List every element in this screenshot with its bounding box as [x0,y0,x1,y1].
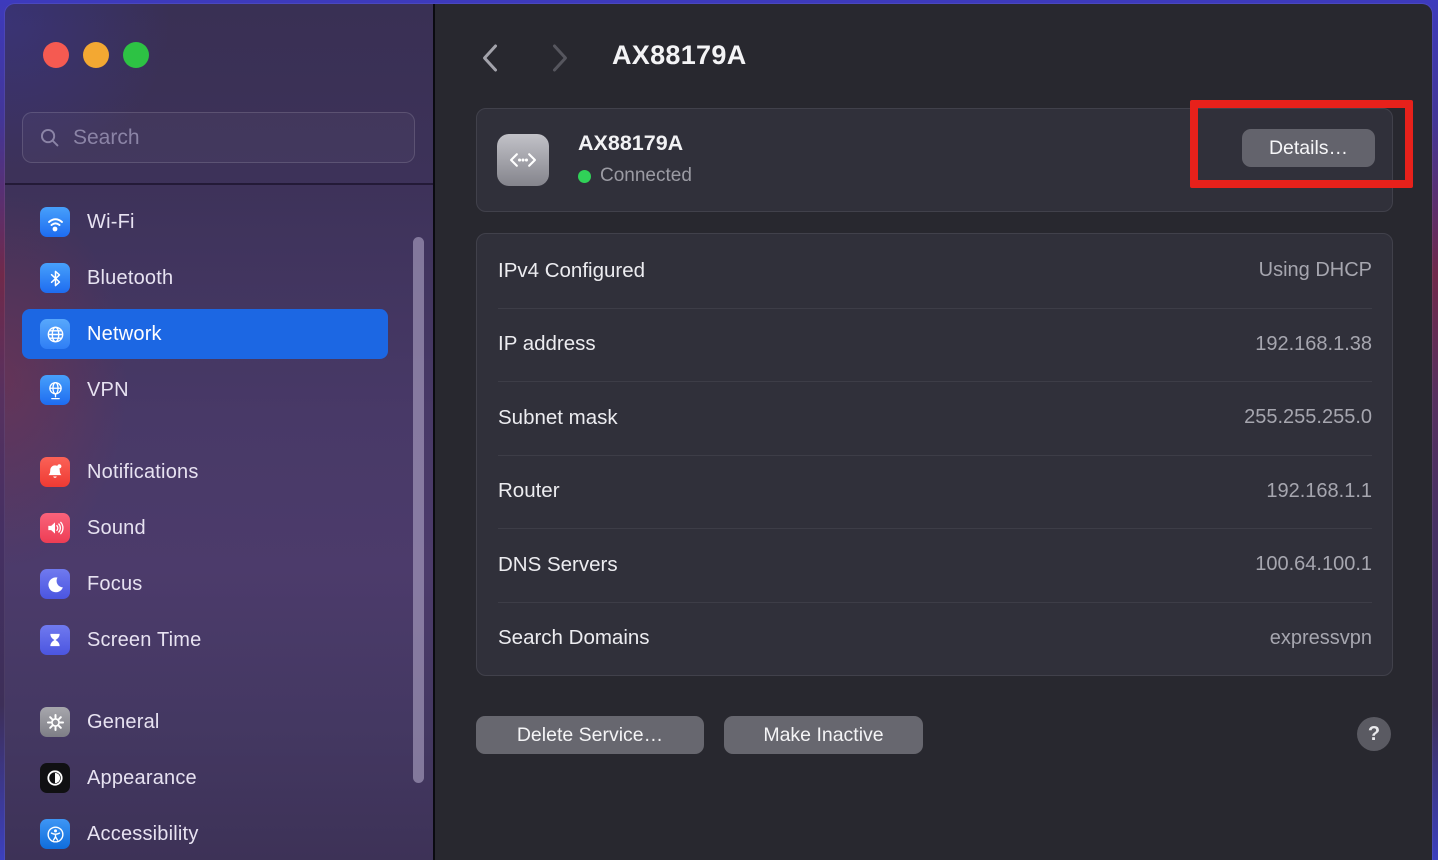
make-inactive-button[interactable]: Make Inactive [724,716,923,754]
device-card: AX88179A Connected Details… [476,108,1393,212]
back-button[interactable] [473,40,507,76]
chevron-left-icon [481,43,499,73]
sidebar-item-label: Bluetooth [87,267,173,290]
sidebar-item-label: Sound [87,517,146,540]
sound-speaker-icon [40,513,70,543]
device-status: Connected [578,165,692,187]
sidebar-item-label: Wi-Fi [87,211,135,234]
ethernet-adapter-icon [497,134,549,186]
row-value: 255.255.255.0 [1244,406,1372,429]
row-value: Using DHCP [1259,259,1372,282]
status-dot-icon [578,170,591,183]
row-router: Router 192.168.1.1 [477,455,1392,529]
sidebar-item-focus[interactable]: Focus [22,559,388,609]
help-button[interactable]: ? [1357,717,1391,751]
row-ip-address: IP address 192.168.1.38 [477,308,1392,382]
sidebar-item-vpn[interactable]: VPN [22,365,388,415]
sidebar-item-label: Focus [87,573,142,596]
sidebar-item-accessibility[interactable]: Accessibility [22,809,388,859]
sidebar-item-label: Notifications [87,461,199,484]
sidebar-item-label: VPN [87,379,129,402]
device-name: AX88179A [578,131,692,156]
sidebar-item-general[interactable]: General [22,697,388,747]
sidebar-item-label: Accessibility [87,823,199,846]
sidebar-item-notifications[interactable]: Notifications [22,447,388,497]
sidebar-divider [5,183,433,185]
notifications-bell-icon [40,457,70,487]
focus-moon-icon [40,569,70,599]
sidebar-item-label: Appearance [87,767,197,790]
sidebar-item-wifi[interactable]: Wi-Fi [22,197,388,247]
close-window-button[interactable] [43,42,69,68]
sidebar-item-sound[interactable]: Sound [22,503,388,553]
vpn-icon [40,375,70,405]
sidebar-item-bluetooth[interactable]: Bluetooth [22,253,388,303]
row-label: IPv4 Configured [498,259,645,283]
page-title: AX88179A [612,40,747,71]
sidebar-item-network[interactable]: Network [22,309,388,359]
general-gear-icon [40,707,70,737]
row-label: Subnet mask [498,406,618,430]
delete-service-button[interactable]: Delete Service… [476,716,704,754]
row-label: IP address [498,332,596,356]
row-dns-servers: DNS Servers 100.64.100.1 [477,528,1392,602]
sidebar-item-appearance[interactable]: Appearance [22,753,388,803]
sidebar-item-label: General [87,711,160,734]
screen-time-hourglass-icon [40,625,70,655]
wifi-icon [40,207,70,237]
sidebar-scrollbar[interactable] [413,237,424,783]
sidebar-group-attention: Notifications Sound Focus Screen Time [22,447,388,671]
search-icon [38,126,61,149]
network-globe-icon [40,319,70,349]
row-value: expressvpn [1270,627,1372,650]
forward-button[interactable] [543,40,577,76]
chevron-right-icon [551,43,569,73]
sidebar-item-label: Screen Time [87,629,201,652]
search-field[interactable] [22,112,415,163]
row-ipv4-configured: IPv4 Configured Using DHCP [477,234,1392,308]
window-controls [43,42,149,68]
details-button[interactable]: Details… [1242,129,1375,167]
row-search-domains: Search Domains expressvpn [477,602,1392,676]
zoom-window-button[interactable] [123,42,149,68]
device-info: AX88179A Connected [578,131,692,187]
sidebar: Wi-Fi Bluetooth Network VPN [5,4,433,860]
row-value: 100.64.100.1 [1255,553,1372,576]
network-detail-pane: AX88179A AX88179A Connected Details… IPv… [435,4,1432,860]
search-input[interactable] [73,126,373,150]
sidebar-group-network: Wi-Fi Bluetooth Network VPN [22,197,388,421]
network-settings-list: IPv4 Configured Using DHCP IP address 19… [476,233,1393,676]
status-text: Connected [600,165,692,187]
row-label: DNS Servers [498,553,618,577]
sidebar-item-label: Network [87,323,162,346]
row-subnet-mask: Subnet mask 255.255.255.0 [477,381,1392,455]
accessibility-person-icon [40,819,70,849]
appearance-contrast-icon [40,763,70,793]
row-label: Router [498,479,560,503]
row-label: Search Domains [498,626,650,650]
row-value: 192.168.1.38 [1255,333,1372,356]
row-value: 192.168.1.1 [1266,480,1372,503]
minimize-window-button[interactable] [83,42,109,68]
sidebar-group-general: General Appearance Accessibility [22,697,388,860]
sidebar-item-screen-time[interactable]: Screen Time [22,615,388,665]
bluetooth-icon [40,263,70,293]
system-settings-window: Wi-Fi Bluetooth Network VPN [5,4,1432,860]
